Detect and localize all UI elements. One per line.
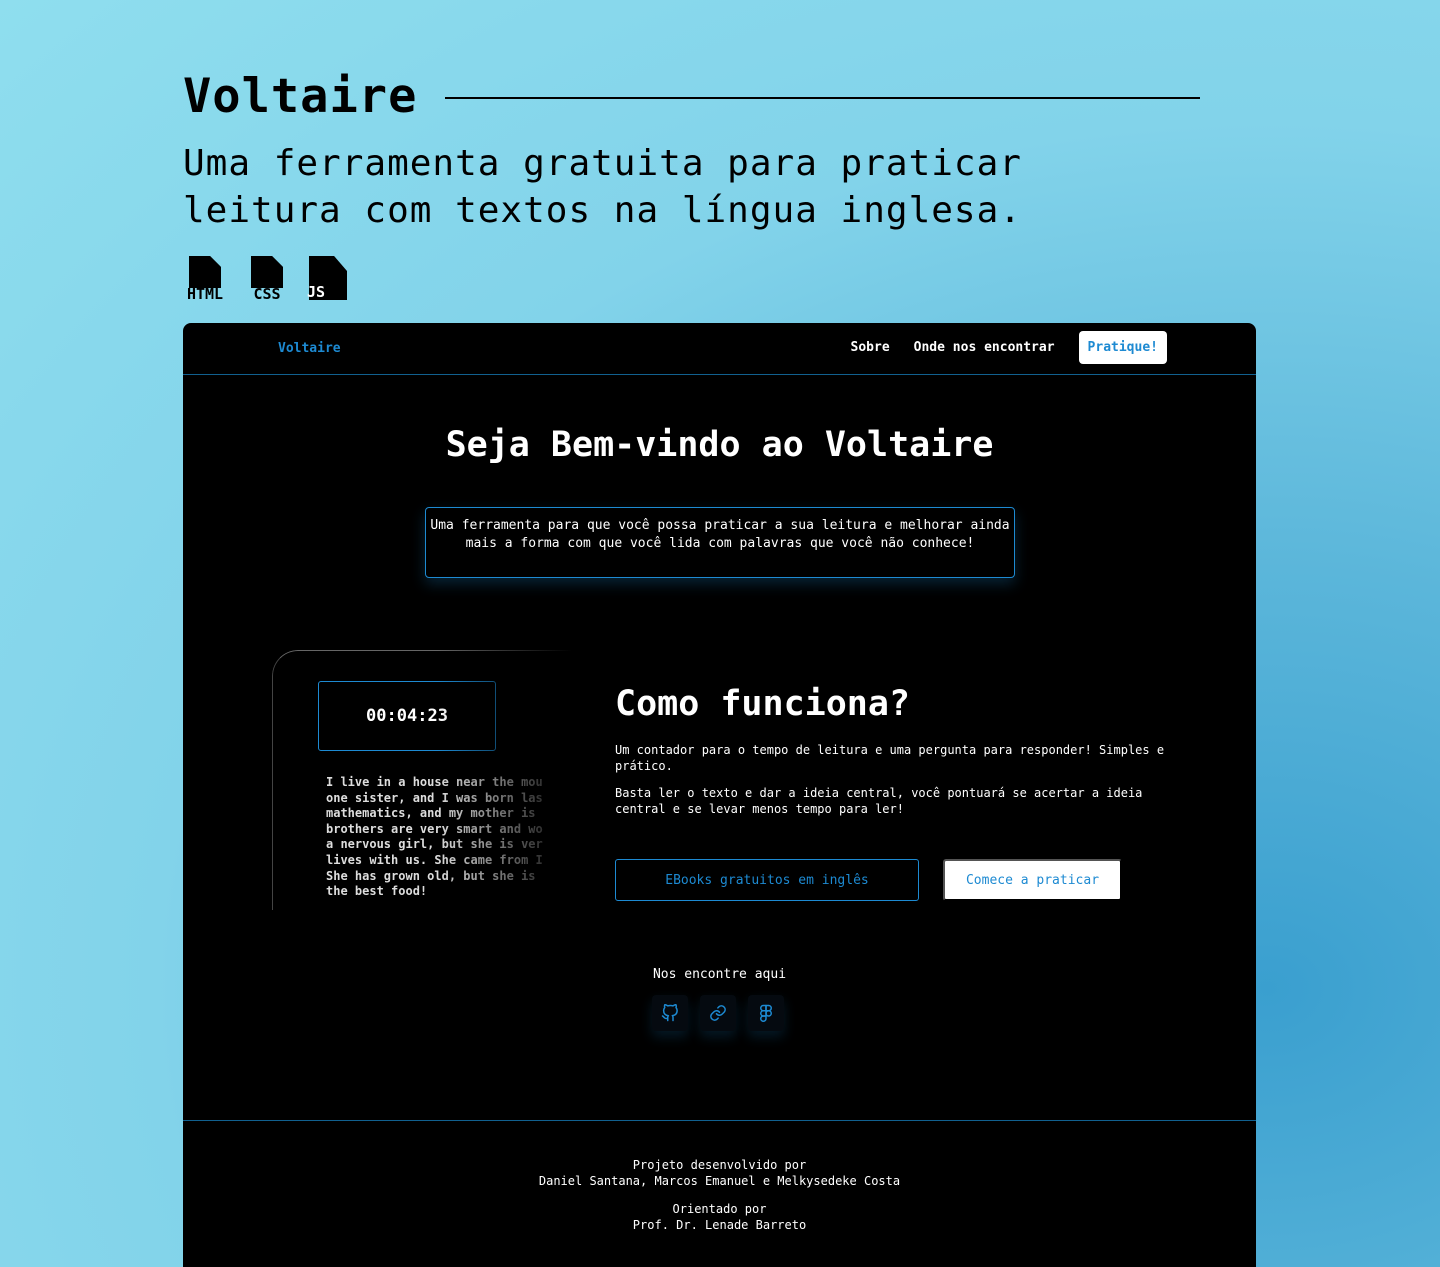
figma-link[interactable]: [748, 995, 784, 1031]
html-file-icon: HTML: [183, 256, 227, 302]
nav-link-sobre[interactable]: Sobre: [851, 340, 890, 355]
nav-links: Sobre Onde nos encontrar Pratique!: [851, 331, 1167, 364]
app-window: Voltaire Sobre Onde nos encontrar Pratiq…: [183, 323, 1256, 1267]
showcase-subtitle: Uma ferramenta gratuita para praticar le…: [183, 143, 1022, 231]
css-file-icon: CSS: [245, 256, 289, 302]
nav-brand[interactable]: Voltaire: [278, 341, 341, 356]
github-link[interactable]: [652, 995, 688, 1031]
js-file-icon: JS: [307, 256, 351, 302]
tech-label-css: CSS: [253, 285, 281, 303]
navbar: Voltaire Sobre Onde nos encontrar Pratiq…: [183, 323, 1256, 375]
hero-title: Seja Bem-vindo ao Voltaire: [445, 425, 994, 465]
how-it-works-paragraph-1: Um contador para o tempo de leitura e um…: [615, 743, 1165, 773]
footer-advisor: Orientado por Prof. Dr. Lenade Barreto: [183, 1201, 1256, 1233]
showcase-title-row: Voltaire: [183, 62, 1200, 132]
find-us-label: Nos encontre aqui: [652, 967, 787, 982]
start-practice-button[interactable]: Comece a praticar: [943, 859, 1122, 901]
social-links: [652, 995, 784, 1031]
demo-preview-card: 00:04:23 I live in a house near the mou …: [272, 650, 572, 910]
github-icon: [661, 1004, 678, 1022]
ebooks-button[interactable]: EBooks gratuitos em inglês: [615, 859, 919, 901]
how-it-works-title: Como funciona?: [615, 684, 911, 724]
website-link[interactable]: [700, 995, 736, 1031]
nav-link-onde-nos-encontrar[interactable]: Onde nos encontrar: [914, 340, 1055, 355]
tech-label-html: HTML: [186, 285, 224, 303]
showcase-header: Voltaire Uma ferramenta gratuita para pr…: [183, 62, 1200, 302]
footer-advised-by: Orientado por: [672, 1202, 767, 1216]
link-icon: [710, 1005, 726, 1021]
tech-label-js: JS: [307, 283, 326, 301]
footer-developed-by: Projeto desenvolvido por: [632, 1158, 807, 1172]
footer-authors: Daniel Santana, Marcos Emanuel e Melkyse…: [538, 1174, 901, 1188]
pratique-button[interactable]: Pratique!: [1078, 331, 1167, 364]
footer: Projeto desenvolvido por Daniel Santana,…: [183, 1120, 1256, 1267]
tech-stack: HTML CSS JS: [183, 256, 1200, 302]
figma-icon: [760, 1004, 772, 1022]
footer-advisor-name: Prof. Dr. Lenade Barreto: [632, 1218, 807, 1232]
showcase-title: Voltaire: [183, 69, 418, 124]
sample-reading-text: I live in a house near the mou one siste…: [326, 775, 543, 899]
reading-timer: 00:04:23: [318, 681, 496, 751]
how-it-works-paragraph-2: Basta ler o texto e dar a ideia central,…: [615, 786, 1143, 816]
title-divider: [445, 97, 1200, 99]
hero-description: Uma ferramenta para que você possa prati…: [425, 507, 1015, 578]
footer-credits: Projeto desenvolvido por Daniel Santana,…: [183, 1157, 1256, 1189]
